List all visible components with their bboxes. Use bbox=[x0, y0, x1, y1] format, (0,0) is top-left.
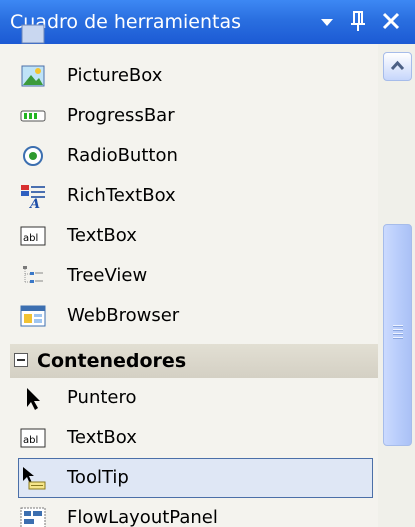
vertical-scrollbar[interactable] bbox=[378, 44, 415, 527]
grip-line bbox=[393, 329, 403, 331]
richtextbox-icon: A bbox=[20, 183, 46, 212]
toolbox-item-tooltip[interactable]: ToolTip bbox=[18, 458, 373, 498]
toolbox-item-label: PictureBox bbox=[67, 65, 163, 86]
toolbox-item-textbox-2[interactable]: abl TextBox bbox=[0, 418, 378, 458]
category-label: Contenedores bbox=[37, 350, 187, 372]
toolbox-item-label: Puntero bbox=[67, 387, 137, 408]
toolbox-item-progressbar[interactable]: ProgressBar bbox=[0, 96, 378, 136]
svg-text:A: A bbox=[28, 197, 40, 209]
tooltip-icon bbox=[20, 465, 46, 491]
pointer-icon bbox=[20, 385, 46, 411]
treeview-icon bbox=[20, 263, 46, 289]
scroll-thumb[interactable] bbox=[383, 224, 412, 446]
textbox-icon: abl bbox=[20, 223, 46, 249]
toolbox-window: Cuadro de herramientas PictureBox Progre… bbox=[0, 0, 415, 527]
svg-text:abl: abl bbox=[23, 435, 38, 446]
webbrowser-icon bbox=[20, 303, 46, 329]
toolbox-item-label: TreeView bbox=[67, 265, 148, 286]
toolbox-item-richtextbox[interactable]: A RichTextBox bbox=[0, 176, 378, 216]
toolbox-item-label: ProgressBar bbox=[67, 105, 175, 126]
toolbox-item-treeview[interactable]: TreeView bbox=[0, 256, 378, 296]
close-icon[interactable] bbox=[376, 0, 406, 44]
radiobutton-icon bbox=[20, 143, 46, 169]
toolbox-item-label: TextBox bbox=[67, 225, 137, 246]
grip-line bbox=[393, 337, 403, 339]
collapse-icon[interactable] bbox=[14, 353, 28, 367]
progressbar-icon bbox=[20, 103, 46, 129]
toolbox-item-puntero[interactable]: Puntero bbox=[0, 378, 378, 418]
toolbox-item-textbox[interactable]: abl TextBox bbox=[0, 216, 378, 256]
control-icon bbox=[20, 21, 46, 47]
category-contenedores[interactable]: Contenedores bbox=[10, 344, 378, 378]
toolbox-item-label: RichTextBox bbox=[67, 185, 176, 206]
flowlayoutpanel-icon bbox=[20, 505, 46, 527]
textbox-icon: abl bbox=[20, 425, 46, 451]
picturebox-icon bbox=[20, 63, 46, 89]
toolbox-list: PictureBox ProgressBar RadioButton A Ric… bbox=[0, 24, 378, 527]
grip-line bbox=[393, 333, 403, 335]
list-item-partial[interactable] bbox=[0, 14, 378, 54]
grip-line bbox=[393, 325, 403, 327]
toolbox-item-label: ToolTip bbox=[67, 467, 129, 488]
svg-text:abl: abl bbox=[23, 233, 38, 244]
toolbox-item-label: WebBrowser bbox=[67, 305, 180, 326]
toolbox-item-radiobutton[interactable]: RadioButton bbox=[0, 136, 378, 176]
toolbox-item-webbrowser[interactable]: WebBrowser bbox=[0, 296, 378, 336]
toolbox-item-flowlayoutpanel[interactable]: FlowLayoutPanel bbox=[0, 498, 378, 527]
scroll-up-button[interactable] bbox=[383, 52, 412, 81]
toolbox-item-label: RadioButton bbox=[67, 145, 178, 166]
toolbox-item-picturebox[interactable]: PictureBox bbox=[0, 56, 378, 96]
toolbox-item-label: FlowLayoutPanel bbox=[67, 507, 218, 527]
toolbox-item-label: TextBox bbox=[67, 427, 137, 448]
